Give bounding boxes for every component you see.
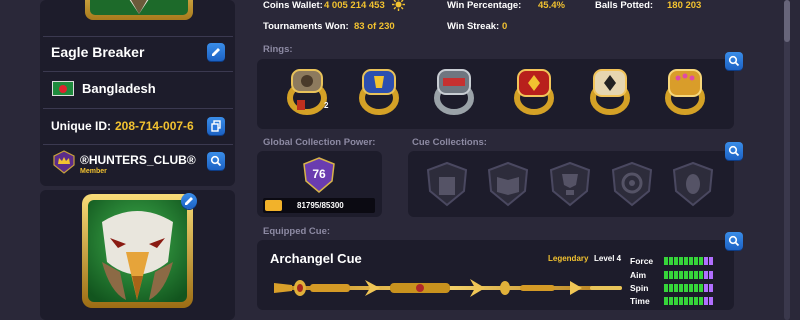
- search-icon: [728, 145, 740, 157]
- coins-wallet-label: Coins Wallet:: [263, 0, 323, 11]
- cue-stat-aim-label: Aim: [630, 270, 647, 280]
- balls-potted-label: Balls Potted:: [595, 0, 654, 11]
- copy-icon: [211, 120, 221, 132]
- bangladesh-flag-icon: [52, 81, 74, 96]
- edit-icon: [185, 197, 193, 205]
- coins-sun-icon: [392, 0, 405, 11]
- collection-badge-target[interactable]: [610, 161, 654, 207]
- club-role: Member: [80, 168, 107, 175]
- edit-avatar-button[interactable]: [181, 193, 197, 209]
- unique-id-label: Unique ID:: [51, 119, 111, 133]
- club-name: ®HUNTERS_CLUB®: [80, 153, 196, 167]
- search-icon: [728, 235, 740, 247]
- win-streak-label: Win Streak:: [447, 21, 500, 32]
- copy-id-button[interactable]: [207, 117, 225, 135]
- coins-wallet-value: 4 005 214 453: [324, 0, 385, 11]
- club-crown-icon: [52, 150, 76, 174]
- collection-progress-text: 81795/85300: [297, 201, 344, 210]
- sidebar-divider: [43, 36, 233, 37]
- cue-stat-time-label: Time: [630, 296, 650, 306]
- ring-item[interactable]: [429, 66, 479, 116]
- search-icon: [210, 155, 222, 167]
- unique-id-value: 208-714-007-6: [115, 119, 194, 133]
- avatar-top-frame: [83, 0, 195, 22]
- scrollbar-thumb[interactable]: [784, 0, 790, 42]
- cue-stat-force-label: Force: [630, 256, 654, 266]
- cue-stat-force-bar: [664, 257, 714, 265]
- win-streak-value: 0: [502, 21, 508, 32]
- collection-power-label: Global Collection Power:: [263, 137, 376, 148]
- win-percentage-label: Win Percentage:: [447, 0, 522, 11]
- tournaments-won-value: 83 of 230: [354, 21, 395, 32]
- balls-potted-value: 180 203: [667, 0, 702, 11]
- collection-badge-book[interactable]: [486, 161, 530, 207]
- cue-rarity: Legendary: [548, 254, 589, 263]
- rings-label: Rings:: [263, 44, 293, 55]
- scrollbar-track[interactable]: [784, 0, 790, 320]
- win-percentage-value: 45.4%: [538, 0, 565, 11]
- equipped-cue-label: Equipped Cue:: [263, 226, 331, 237]
- collection-badge-karate[interactable]: [425, 161, 469, 207]
- sidebar-divider: [43, 108, 233, 109]
- country-name: Bangladesh: [82, 81, 156, 96]
- cue-level: Level 4: [594, 254, 622, 263]
- cue-name: Archangel Cue: [270, 251, 362, 266]
- equipped-cue-search-button[interactable]: [725, 232, 743, 250]
- sidebar-divider: [43, 71, 233, 72]
- ring-count: 2: [324, 101, 329, 110]
- cue-stat-spin-label: Spin: [630, 283, 649, 293]
- eagle-avatar-icon[interactable]: [80, 192, 195, 310]
- cue-collections-search-button[interactable]: [725, 142, 743, 160]
- club-search-button[interactable]: [207, 152, 225, 170]
- ring-item[interactable]: [354, 66, 404, 116]
- ring-item[interactable]: [585, 66, 635, 116]
- rings-search-button[interactable]: [725, 52, 743, 70]
- search-icon: [728, 55, 740, 67]
- ring-item[interactable]: [509, 66, 559, 116]
- cue-stat-spin-bar: [664, 284, 714, 292]
- sidebar-divider: [43, 144, 233, 145]
- edit-name-button[interactable]: [207, 43, 225, 61]
- collection-level: 76: [312, 167, 326, 181]
- collection-progress-fill-start: [265, 200, 282, 211]
- tournaments-won-label: Tournaments Won:: [263, 21, 349, 32]
- collection-badge-trophy[interactable]: [548, 161, 592, 207]
- edit-icon: [212, 48, 220, 56]
- cue-collections-label: Cue Collections:: [412, 137, 487, 148]
- player-name: Eagle Breaker: [51, 44, 145, 60]
- cue-stat-time-bar: [664, 297, 714, 305]
- ring-item[interactable]: [660, 66, 710, 116]
- collection-badge-egg[interactable]: [671, 161, 715, 207]
- archangel-cue-image: [270, 275, 625, 301]
- cue-stat-aim-bar: [664, 271, 714, 279]
